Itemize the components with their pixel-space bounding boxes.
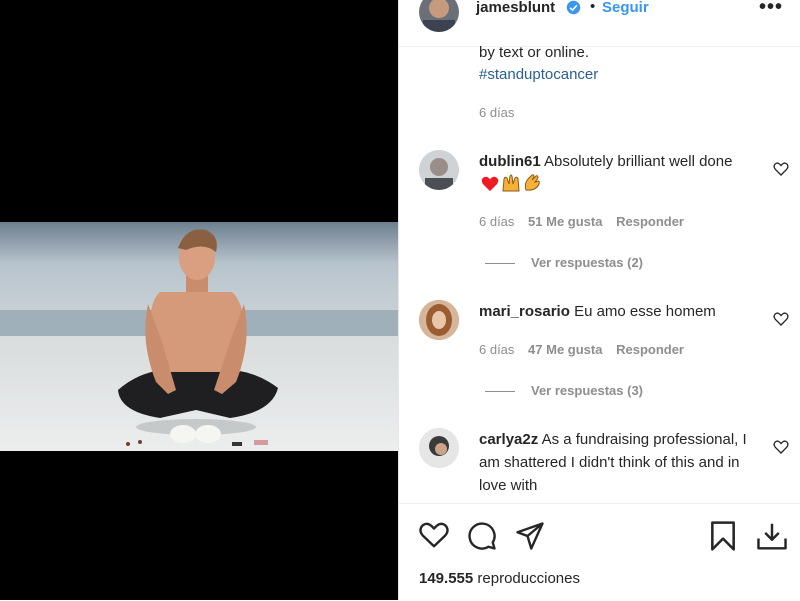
download-icon[interactable] <box>756 521 788 556</box>
post-header: jamesblunt • Seguir ••• <box>399 0 800 47</box>
comment-body: carlya2z As a fundraising professional, … <box>479 428 747 497</box>
caption-hashtag-line: #standuptocancer <box>479 66 598 83</box>
commenter-avatar[interactable] <box>419 428 459 468</box>
clapping-hands-icon <box>523 174 541 199</box>
more-options-icon[interactable]: ••• <box>759 0 783 19</box>
comment-icon[interactable] <box>467 521 497 556</box>
view-count: 149.555 reproducciones <box>419 570 580 587</box>
author-avatar[interactable] <box>419 0 459 32</box>
view-replies-button[interactable]: Ver respuestas (3) <box>485 383 643 398</box>
comment-like-icon[interactable] <box>773 439 789 455</box>
video-frame[interactable] <box>0 222 398 451</box>
view-replies-label: Ver respuestas (2) <box>531 255 644 270</box>
commenter-avatar[interactable] <box>419 300 459 340</box>
comment-text: Eu amo esse homem <box>574 303 716 320</box>
caption-text: by text or online. <box>479 44 590 61</box>
comment-like-icon[interactable] <box>773 311 789 327</box>
raising-hands-icon <box>501 174 521 199</box>
comment-timestamp[interactable]: 6 días <box>479 214 514 229</box>
view-count-number: 149.555 <box>419 570 474 587</box>
comment-body: mari_rosario Eu amo esse homem <box>479 300 747 323</box>
replies-divider <box>485 263 515 265</box>
comment-text: Absolutely brilliant well done <box>544 153 733 170</box>
share-icon[interactable] <box>515 521 545 556</box>
view-replies-button[interactable]: Ver respuestas (2) <box>485 255 643 270</box>
reply-button[interactable]: Responder <box>616 214 684 229</box>
commenter-avatar[interactable] <box>419 150 459 190</box>
post-panel: jamesblunt • Seguir ••• by text or onlin… <box>398 0 800 601</box>
hashtag-link[interactable]: #standuptocancer <box>479 66 598 83</box>
comment-timestamp[interactable]: 6 días <box>479 342 514 357</box>
verified-badge-icon <box>566 0 581 15</box>
like-icon[interactable] <box>419 521 449 554</box>
comment-meta: 6 días 47 Me gusta Responder <box>479 342 684 357</box>
separator-dot: • <box>590 0 596 15</box>
comment-body: dublin61 Absolutely brilliant well done <box>479 150 747 199</box>
view-count-label: reproducciones <box>477 570 580 587</box>
video-still <box>0 222 398 451</box>
action-bar: 149.555 reproducciones <box>399 503 800 601</box>
comment-like-icon[interactable] <box>773 161 789 177</box>
author-username[interactable]: jamesblunt <box>476 0 555 16</box>
view-replies-label: Ver respuestas (3) <box>531 383 644 398</box>
comment-username[interactable]: mari_rosario <box>479 303 570 320</box>
red-heart-icon <box>481 176 499 199</box>
comment-likes[interactable]: 47 Me gusta <box>528 342 602 357</box>
caption-timestamp[interactable]: 6 días <box>479 105 514 120</box>
comment-meta: 6 días 51 Me gusta Responder <box>479 214 684 229</box>
comment-username[interactable]: dublin61 <box>479 153 541 170</box>
replies-divider <box>485 391 515 393</box>
reply-button[interactable]: Responder <box>616 342 684 357</box>
video-player[interactable] <box>0 0 398 600</box>
comment-likes[interactable]: 51 Me gusta <box>528 214 602 229</box>
follow-button[interactable]: Seguir <box>602 0 649 16</box>
comment-username[interactable]: carlya2z <box>479 431 538 448</box>
save-icon[interactable] <box>709 520 737 557</box>
